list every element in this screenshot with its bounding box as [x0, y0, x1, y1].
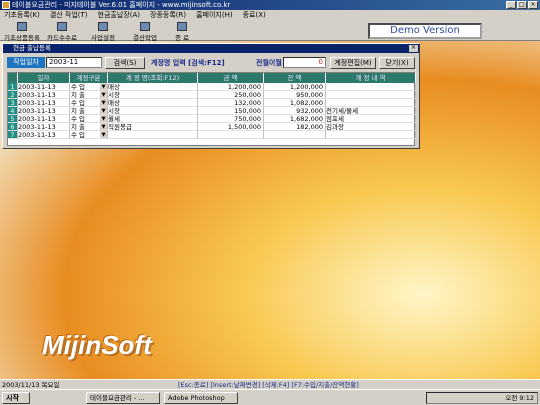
close-button[interactable]: × [528, 1, 538, 9]
menu-item[interactable]: 장종등록(R) [150, 10, 186, 21]
taskbar: 시작 테이블요금관리 - ... Adobe Photoshop 오전 9:12 [0, 389, 540, 405]
menu-item[interactable]: 결산 작업(T) [50, 10, 88, 21]
menu-item[interactable]: 홈페이지(H) [196, 10, 233, 21]
cash-ledger-window: 현금 출납등록 × 작업일자 2003-11 검색(S) 계정명 입력 [검색:… [2, 43, 420, 149]
edit-account-button[interactable]: 계정편집(M) [330, 57, 376, 69]
menu-item[interactable]: 현금출납장(A) [98, 10, 140, 21]
status-bar: 2003/11/13 목요일 [Esc:종료] [Insert:날짜변경] [삭… [0, 379, 540, 389]
cash-ledger-title: 현금 출납등록 × [3, 44, 419, 53]
grid-rows: 1 2003-11-13 수 입 매상 1,200,000 1,200,000 … [8, 83, 416, 139]
table-row[interactable]: 3 2003-11-13 수 입 매상 132,000 1,082,000 [8, 99, 416, 107]
menu-item[interactable]: 종료(X) [243, 10, 266, 21]
search-button[interactable]: 검색(S) [105, 57, 145, 69]
exit-icon [177, 22, 187, 31]
clock: 오전 9:12 [505, 394, 534, 402]
maximize-button[interactable]: □ [517, 1, 527, 9]
header-note: 계 정 내 역 [326, 73, 416, 83]
header-type: 계정구분 [70, 73, 108, 83]
table-row[interactable]: 7 2003-11-13 수 입 [8, 131, 416, 139]
table-row[interactable]: 1 2003-11-13 수 입 매상 1,200,000 1,200,000 [8, 83, 416, 91]
settings-icon [98, 22, 108, 31]
header-rownum [8, 73, 18, 83]
ledger-grid: 일자 계정구분 계 정 명(조회:F12) 금 액 잔 액 계 정 내 역 1 … [7, 72, 416, 146]
app-icon [2, 1, 10, 9]
window-controls: _ □ × [506, 1, 538, 9]
demo-version-label: Demo Version [368, 23, 482, 39]
app-title-bar: 테이블요금관리 - 미지테이블 Ver.6.01 홈페이지 - www.miji… [0, 0, 540, 10]
header-date: 일자 [18, 73, 70, 83]
table-row[interactable]: 6 2003-11-13 지 출 직원봉급 1,500,000 182,000 … [8, 123, 416, 131]
task-photoshop[interactable]: Adobe Photoshop [164, 392, 238, 404]
work-date-label: 작업일자 [7, 57, 45, 68]
settlement-icon [140, 22, 150, 31]
grid-header: 일자 계정구분 계 정 명(조회:F12) 금 액 잔 액 계 정 내 역 [8, 73, 416, 83]
close-form-button[interactable]: 닫기(X) [379, 57, 415, 69]
product-icon [17, 22, 27, 31]
card-icon [57, 22, 67, 31]
header-balance: 잔 액 [264, 73, 326, 83]
toolbar-exit-button[interactable]: 종 료 [170, 22, 194, 42]
account-hint: 계정명 입력 [검색:F12] [151, 59, 225, 67]
month-input[interactable]: 2003-11 [46, 57, 102, 68]
carry-over-label: 전월이월 [256, 59, 282, 67]
minimize-button[interactable]: _ [506, 1, 516, 9]
child-close-icon[interactable]: × [409, 45, 418, 52]
mijinsoft-logo: MijinSoft [42, 330, 152, 360]
toolbar-product-button[interactable]: 기초상품등록 [2, 22, 42, 42]
toolbar-settlement-button[interactable]: 결산작업 [128, 22, 162, 42]
filter-bar: 작업일자 2003-11 검색(S) 계정명 입력 [검색:F12] 전월이월 … [3, 53, 419, 70]
table-row[interactable]: 5 2003-11-13 수 입 월세 750,000 1,682,000 점포… [8, 115, 416, 123]
table-row[interactable]: 2 2003-11-13 지 출 시장 250,000 950,000 [8, 91, 416, 99]
start-button[interactable]: 시작 [2, 392, 30, 404]
header-amount: 금 액 [198, 73, 264, 83]
toolbar-card-fee-button[interactable]: 카드수수료 [44, 22, 80, 42]
task-ledger-app[interactable]: 테이블요금관리 - ... [86, 392, 160, 404]
app-title: 테이블요금관리 - 미지테이블 Ver.6.01 홈페이지 - www.miji… [12, 1, 231, 9]
system-tray: 오전 9:12 [426, 392, 538, 404]
menu-item[interactable]: 기초등록(K) [4, 10, 40, 21]
carry-over-value: 0 [283, 57, 326, 68]
toolbar-settings-button[interactable]: 사업설정 [86, 22, 120, 42]
table-row[interactable]: 4 2003-11-13 지 출 시장 150,000 932,000 전기세/… [8, 107, 416, 115]
header-account[interactable]: 계 정 명(조회:F12) [108, 73, 198, 83]
menu-bar: 기초등록(K) 결산 작업(T) 현금출납장(A) 장종등록(R) 홈페이지(H… [0, 10, 540, 21]
